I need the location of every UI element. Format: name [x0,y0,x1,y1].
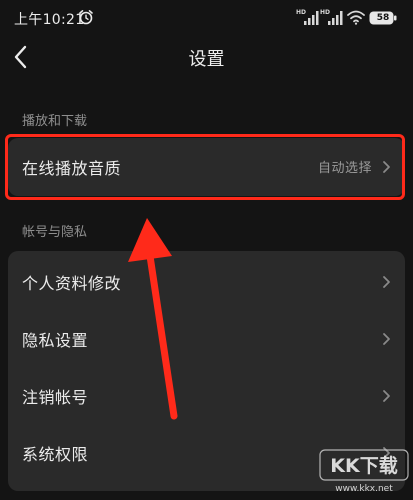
cellular-signal-icon [328,11,343,25]
playback-card: 在线播放音质 自动选择 [8,138,405,196]
alarm-clock-icon [79,10,93,25]
row-label: 系统权限 [22,445,89,464]
row-value: 自动选择 [317,161,372,176]
section-header-account-privacy: 帐号与隐私 [22,225,88,240]
status-bar: 上午10:21 HD HD 58 [0,0,413,34]
svg-text:KK下载: KK下载 [330,454,397,477]
status-time: 上午10:21 [14,12,85,28]
page-title: 设置 [188,49,225,70]
row-label: 在线播放音质 [22,159,122,178]
section-header-playback: 播放和下载 [22,114,88,129]
row-label: 注销帐号 [22,388,89,407]
settings-row-privacy[interactable]: 隐私设置 [8,310,405,368]
battery-level: 58 [376,13,390,23]
settings-row-profile-edit[interactable]: 个人资料修改 [8,253,405,311]
settings-row-online-quality[interactable]: 在线播放音质 自动选择 [8,138,405,196]
wifi-icon [347,10,365,25]
row-label: 隐私设置 [22,331,89,350]
chevron-right-icon [383,161,390,173]
watermark-url: www.kkx.net [335,484,393,494]
chevron-right-icon [383,333,390,345]
chevron-right-icon [383,390,390,402]
chevron-right-icon [383,276,390,288]
cellular-signal-icon [304,11,319,25]
settings-row-delete-account[interactable]: 注销帐号 [8,367,405,425]
row-label: 个人资料修改 [22,274,122,293]
watermark-logo: KK下载 [319,449,409,481]
